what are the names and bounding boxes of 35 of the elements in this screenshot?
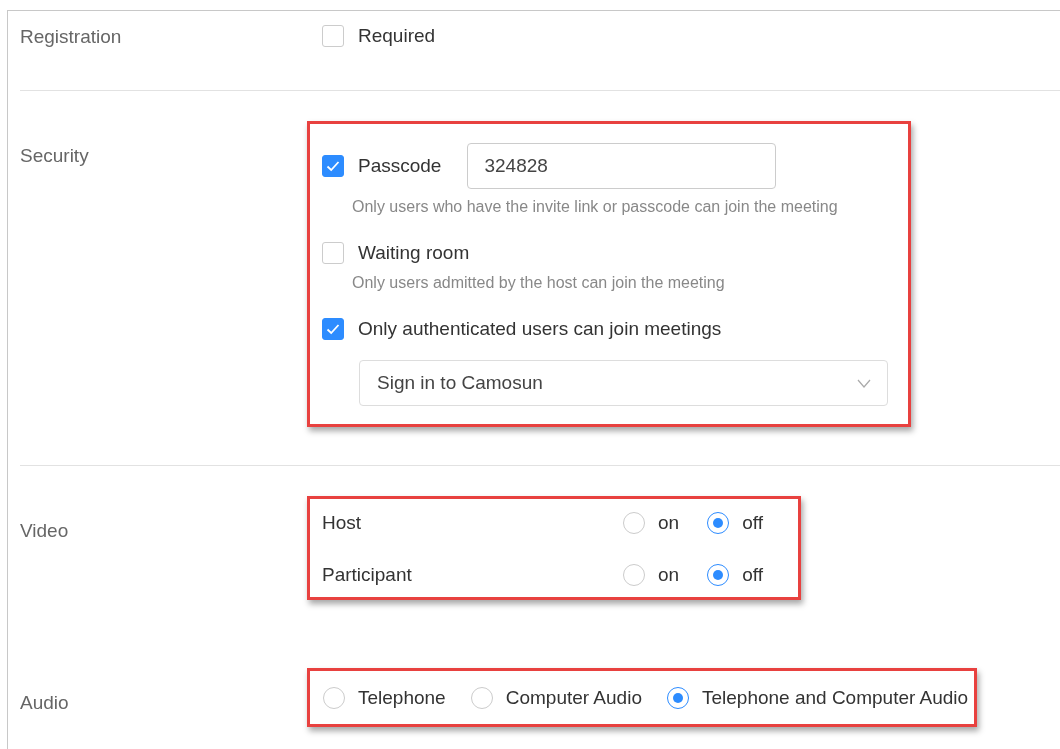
checkbox[interactable] <box>322 155 344 177</box>
section-label: Security <box>20 144 89 168</box>
radio-label: Telephone and Computer Audio <box>701 686 969 710</box>
section-label: Video <box>20 519 69 543</box>
radio-label: Computer Audio <box>505 686 642 710</box>
passcode-field[interactable]: 324828 <box>467 143 777 189</box>
radio-button[interactable] <box>623 564 645 586</box>
dropdown[interactable]: Sign in to Camosun <box>359 360 888 406</box>
checkbox[interactable] <box>322 25 344 47</box>
checkbox[interactable] <box>322 318 344 340</box>
radio-button[interactable] <box>323 687 345 709</box>
checkbox-label: Waiting room <box>358 241 470 265</box>
radio-label: on <box>658 511 680 535</box>
hint-text: Only users admitted by the host can join the meeting <box>352 273 725 293</box>
checkmark-icon <box>326 160 340 172</box>
row-label: Host <box>322 512 363 534</box>
checkbox-label: Required <box>358 24 436 48</box>
row-label: Participant <box>322 564 413 586</box>
radio-label: off <box>742 511 763 535</box>
chevron-down-icon <box>857 378 871 388</box>
radio-button[interactable] <box>707 564 730 586</box>
checkbox[interactable] <box>322 242 344 264</box>
radio-button[interactable] <box>666 687 689 709</box>
radio-button[interactable] <box>707 512 730 534</box>
hint-text: Only users who have the invite link or passcode can join the meeting <box>352 197 838 217</box>
checkbox-label: Only authenticated users can join meetings <box>358 317 722 341</box>
radio-label: Telephone <box>358 686 446 710</box>
checkmark-icon <box>326 323 340 335</box>
section-label: Audio <box>20 691 69 715</box>
section-label: Registration <box>20 25 122 49</box>
radio-label: off <box>742 563 763 587</box>
radio-button[interactable] <box>623 512 645 534</box>
radio-label: on <box>658 563 680 587</box>
radio-button[interactable] <box>470 687 493 709</box>
checkbox-label: Passcode <box>358 154 442 178</box>
